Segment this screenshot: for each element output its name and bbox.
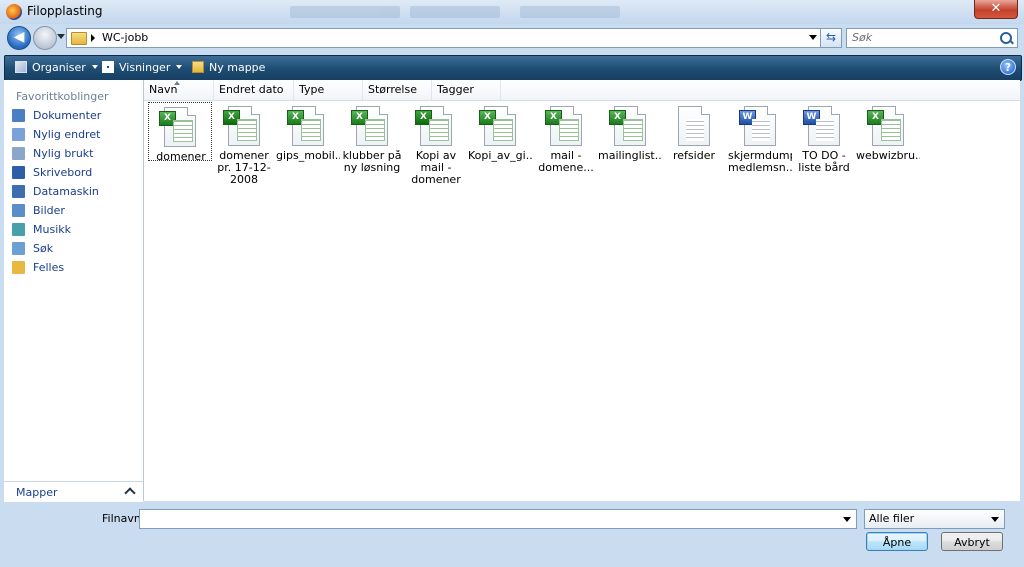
- file-item[interactable]: X gips_mobil...: [276, 102, 340, 162]
- close-button[interactable]: ✕: [974, 0, 1018, 19]
- file-item[interactable]: X webwizbru...: [856, 102, 920, 162]
- column-header-size[interactable]: Størrelse: [363, 80, 432, 100]
- sidebar-item-recently-changed[interactable]: Nylig endret: [11, 128, 101, 147]
- breadcrumb[interactable]: WC-jobb: [102, 31, 148, 44]
- navigation-bar: ◀ WC-jobb ⇆ Søk: [0, 24, 1024, 52]
- column-header-modified[interactable]: Endret dato: [214, 80, 294, 100]
- sidebar-item-computer[interactable]: Datamaskin: [11, 185, 101, 204]
- recently-used-icon: [12, 147, 25, 160]
- views-button[interactable]: Visninger: [102, 60, 183, 76]
- sidebar-item-desktop[interactable]: Skrivebord: [11, 166, 101, 185]
- chevron-down-icon: [91, 65, 98, 69]
- computer-icon: [12, 185, 25, 198]
- column-header-name[interactable]: Navn: [144, 80, 214, 100]
- file-type-value: Alle filer: [869, 512, 915, 525]
- excel-file-icon: X: [351, 106, 388, 146]
- command-toolbar: Organiser Visninger Ny mappe ?: [4, 55, 1022, 81]
- chevron-down-icon: [991, 517, 999, 522]
- folders-toggle[interactable]: Mapper: [4, 481, 143, 502]
- new-folder-label: Ny mappe: [209, 61, 266, 74]
- search-placeholder: Søk: [852, 31, 873, 44]
- breadcrumb-arrow-icon[interactable]: [91, 34, 95, 42]
- file-type-select[interactable]: Alle filer: [864, 509, 1005, 529]
- recent-pages-dropdown[interactable]: [57, 34, 65, 39]
- file-list-pane: Navn Endret dato Type Størrelse Tagger X…: [144, 80, 1020, 501]
- excel-file-icon: X: [545, 106, 582, 146]
- favorites-heading: Favorittkoblinger: [16, 90, 109, 103]
- background-window-titles: [290, 2, 670, 20]
- recently-changed-icon: [12, 128, 25, 141]
- desktop-icon: [12, 166, 25, 179]
- new-folder-icon: [192, 61, 204, 73]
- navigation-pane: Favorittkoblinger Dokumenter Nylig endre…: [4, 80, 144, 500]
- word-file-icon: W: [803, 106, 840, 146]
- text-file-icon: [678, 106, 710, 146]
- favorite-links: Dokumenter Nylig endret Nylig brukt Skri…: [11, 109, 101, 280]
- excel-file-icon: X: [159, 107, 196, 147]
- firefox-icon: [6, 4, 22, 20]
- excel-file-icon: X: [415, 106, 452, 146]
- public-folder-icon: [12, 261, 25, 274]
- folder-icon: [71, 32, 87, 45]
- sort-ascending-icon: [174, 81, 180, 85]
- new-folder-button[interactable]: Ny mappe: [192, 60, 265, 76]
- file-item[interactable]: X Kopi av mail - domener: [404, 102, 468, 186]
- sidebar-item-music[interactable]: Musikk: [11, 223, 101, 242]
- organize-button[interactable]: Organiser: [15, 60, 98, 76]
- sidebar-item-search[interactable]: Søk: [11, 242, 101, 261]
- refresh-button[interactable]: ⇆: [820, 28, 842, 48]
- sidebar-item-public[interactable]: Felles: [11, 261, 101, 280]
- pictures-icon: [12, 204, 25, 217]
- file-item[interactable]: X mail - domene...: [534, 102, 598, 174]
- window-title: Filopplasting: [27, 4, 103, 18]
- file-item[interactable]: X mailinglist...: [598, 102, 662, 162]
- sidebar-item-documents[interactable]: Dokumenter: [11, 109, 101, 128]
- forward-button[interactable]: [33, 26, 57, 50]
- documents-icon: [12, 109, 25, 122]
- views-icon: [102, 61, 114, 73]
- sidebar-item-recently-used[interactable]: Nylig brukt: [11, 147, 101, 166]
- file-item[interactable]: W skjermdump medlemsn...: [728, 102, 792, 174]
- word-file-icon: W: [739, 106, 776, 146]
- music-icon: [12, 223, 25, 236]
- file-upload-dialog: Filopplasting ✕ ◀ WC-jobb ⇆ Søk Organise…: [0, 0, 1024, 567]
- excel-file-icon: X: [223, 106, 260, 146]
- cancel-button[interactable]: Avbryt: [941, 532, 1003, 551]
- file-item[interactable]: refsider: [662, 102, 726, 162]
- sidebar-item-pictures[interactable]: Bilder: [11, 204, 101, 223]
- search-input[interactable]: Søk: [846, 28, 1018, 48]
- excel-file-icon: X: [609, 106, 646, 146]
- views-label: Visninger: [119, 61, 171, 74]
- organize-label: Organiser: [32, 61, 86, 74]
- file-item[interactable]: X klubber på ny løsning: [340, 102, 404, 174]
- address-dropdown-icon[interactable]: [809, 35, 817, 40]
- excel-file-icon: X: [479, 106, 516, 146]
- column-header-tags[interactable]: Tagger: [432, 80, 501, 100]
- help-icon[interactable]: ?: [1000, 59, 1016, 75]
- back-button[interactable]: ◀: [7, 26, 31, 50]
- file-item[interactable]: X domener: [148, 102, 212, 163]
- title-bar: Filopplasting ✕: [0, 0, 1024, 24]
- organize-icon: [15, 61, 27, 73]
- filename-field[interactable]: [139, 509, 857, 529]
- search-folder-icon: [12, 242, 25, 255]
- folders-label: Mapper: [16, 486, 58, 499]
- search-icon[interactable]: [1000, 32, 1012, 44]
- excel-file-icon: X: [287, 106, 324, 146]
- column-headers: Navn Endret dato Type Størrelse Tagger: [144, 80, 1020, 101]
- chevron-down-icon[interactable]: [843, 517, 851, 522]
- column-header-type[interactable]: Type: [294, 80, 363, 100]
- address-bar[interactable]: WC-jobb: [66, 28, 821, 48]
- open-button[interactable]: Åpne: [866, 532, 928, 551]
- chevron-up-icon: [124, 487, 136, 499]
- file-item[interactable]: W TO DO - liste bård: [792, 102, 856, 174]
- file-item[interactable]: X Kopi_av_gi...: [468, 102, 532, 162]
- chevron-down-icon: [176, 65, 183, 69]
- excel-file-icon: X: [867, 106, 904, 146]
- file-item[interactable]: X domener pr. 17-12-2008: [212, 102, 276, 186]
